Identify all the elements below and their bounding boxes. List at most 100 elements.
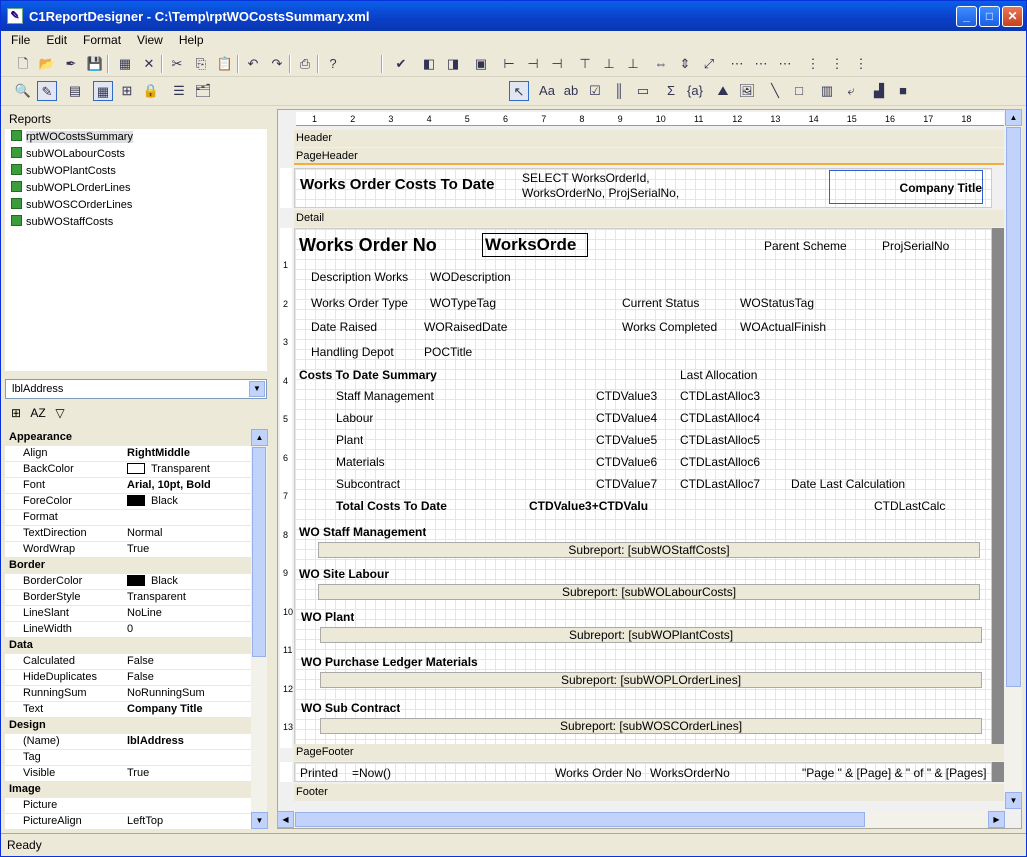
scroll-down-icon[interactable]: ▼	[1005, 792, 1022, 809]
raised-label[interactable]: Date Raised	[310, 319, 378, 335]
textbox-icon[interactable]: ab	[561, 81, 581, 101]
maximize-button[interactable]: □	[979, 6, 1000, 27]
cost-value[interactable]: CTDValue3	[595, 388, 658, 404]
property-row[interactable]: BorderColor Black	[5, 573, 251, 590]
menu-edit[interactable]: Edit	[40, 31, 73, 49]
flex-control-icon[interactable]: ■	[893, 81, 913, 101]
scroll-right-icon[interactable]: ▶	[988, 811, 1005, 828]
report-title[interactable]: Works Order Costs To Date	[299, 175, 496, 194]
property-row[interactable]: BorderStyle Transparent	[5, 589, 251, 606]
property-value[interactable]: lblAddress	[125, 733, 251, 750]
property-row[interactable]: PictureAlign LeftTop	[5, 813, 251, 829]
space-vertical-inc-icon[interactable]: ⋮	[827, 54, 847, 74]
status-value[interactable]: WOStatusTag	[739, 295, 815, 311]
wo-label[interactable]: Works Order No	[298, 234, 438, 257]
align-center-icon[interactable]: ⊣	[523, 54, 543, 74]
summary-heading[interactable]: Costs To Date Summary	[298, 367, 438, 383]
property-value[interactable]	[125, 509, 251, 526]
property-value[interactable]: Black	[125, 493, 251, 510]
printed-label[interactable]: Printed	[299, 765, 339, 781]
open-icon[interactable]: 📂	[37, 54, 57, 74]
sum-icon[interactable]: Σ	[661, 81, 681, 101]
subreport-icon[interactable]: ▥	[817, 81, 837, 101]
property-scrollbar[interactable]: ▲ ▼	[251, 429, 268, 829]
filter-icon[interactable]: ▽	[50, 403, 70, 423]
chart-icon[interactable]: ▟	[869, 81, 889, 101]
space-vertical-dec-icon[interactable]: ⋮	[851, 54, 871, 74]
cost-value[interactable]: CTDValue4	[595, 410, 658, 426]
lock-icon[interactable]: 🔒	[141, 81, 161, 101]
property-row[interactable]: Visible True	[5, 765, 251, 782]
depot-label[interactable]: Handling Depot	[310, 344, 395, 360]
send-back-icon[interactable]: ◨	[443, 54, 463, 74]
scroll-up-icon[interactable]: ▲	[1005, 109, 1022, 126]
splitter[interactable]	[269, 109, 275, 829]
property-category[interactable]: Border	[5, 557, 251, 574]
subreport-title[interactable]: WO Sub Contract	[300, 700, 401, 716]
chevron-down-icon[interactable]: ▼	[249, 381, 265, 397]
last-alloc-heading[interactable]: Last Allocation	[679, 367, 758, 383]
section-page-header[interactable]: PageHeader	[294, 148, 1004, 165]
preview-icon[interactable]: 🔍	[13, 81, 33, 101]
property-row[interactable]: HideDuplicates False	[5, 669, 251, 686]
list-item[interactable]: subWOSCOrderLines	[5, 197, 267, 214]
property-row[interactable]: Calculated False	[5, 653, 251, 670]
cost-value[interactable]: CTDValue7	[595, 476, 658, 492]
property-value[interactable]: False	[125, 669, 251, 686]
list-item[interactable]: subWOLabourCosts	[5, 146, 267, 163]
list-item[interactable]: subWOStaffCosts	[5, 214, 267, 231]
property-value[interactable]: NoLine	[125, 605, 251, 622]
space-vertical-icon[interactable]: ⋮	[803, 54, 823, 74]
section-detail[interactable]: Detail	[294, 210, 1004, 227]
cost-alloc[interactable]: CTDLastAlloc6	[679, 454, 761, 470]
pointer-icon[interactable]: ↖	[509, 81, 529, 101]
design-icon[interactable]: ✎	[37, 81, 57, 101]
section-page-footer[interactable]: PageFooter	[294, 744, 1004, 761]
last-calc-value[interactable]: CTDLastCalc	[873, 498, 946, 514]
property-row[interactable]: Tag	[5, 749, 251, 766]
property-row[interactable]: Font Arial, 10pt, Bold	[5, 477, 251, 494]
group-icon[interactable]: ▣	[471, 54, 491, 74]
undo-icon[interactable]: ↶	[243, 54, 263, 74]
property-value[interactable]: False	[125, 653, 251, 670]
property-value[interactable]	[125, 797, 251, 814]
property-row[interactable]: RunningSum NoRunningSum	[5, 685, 251, 702]
subreport-title[interactable]: WO Staff Management	[298, 524, 427, 540]
raised-value[interactable]: WORaisedDate	[423, 319, 508, 335]
subreport-title[interactable]: WO Site Labour	[298, 566, 390, 582]
property-value[interactable]: Normal	[125, 525, 251, 542]
title-bar[interactable]: ✎ C1ReportDesigner - C:\Temp\rptWOCostsS…	[1, 1, 1026, 31]
properties-icon[interactable]: 🗂	[193, 81, 213, 101]
scroll-down-icon[interactable]: ▼	[251, 812, 268, 829]
property-category[interactable]: Data	[5, 637, 251, 654]
barcode-icon[interactable]: ║	[609, 81, 629, 101]
same-width-icon[interactable]: ⇔	[651, 54, 671, 74]
help-icon[interactable]: ?	[323, 54, 343, 74]
property-value[interactable]: 0	[125, 621, 251, 638]
property-value[interactable]	[125, 749, 251, 766]
print-icon[interactable]: ⎙	[295, 54, 315, 74]
same-height-icon[interactable]: ⇕	[675, 54, 695, 74]
property-row[interactable]: Align RightMiddle	[5, 445, 251, 462]
menu-format[interactable]: Format	[77, 31, 127, 49]
menu-help[interactable]: Help	[173, 31, 210, 49]
cost-label[interactable]: Plant	[335, 432, 364, 448]
property-value[interactable]: LeftTop	[125, 813, 251, 829]
property-value[interactable]: Transparent	[125, 589, 251, 606]
subreport-box[interactable]: Subreport: [subWOLabourCosts]	[318, 584, 980, 600]
page-break-icon[interactable]: ⤶	[841, 81, 861, 101]
property-row[interactable]: TextDirection Normal	[5, 525, 251, 542]
align-top-icon[interactable]: ⊤	[575, 54, 595, 74]
property-category[interactable]: Design	[5, 717, 251, 734]
subreport-box[interactable]: Subreport: [subWOSCOrderLines]	[320, 718, 982, 734]
proj-serial-field[interactable]: ProjSerialNo	[881, 238, 950, 254]
cost-label[interactable]: Subcontract	[335, 476, 401, 492]
checkbox-icon[interactable]: ☑	[585, 81, 605, 101]
desc-value[interactable]: WODescription	[429, 269, 512, 285]
fields-icon[interactable]: ▤	[65, 81, 85, 101]
scroll-thumb[interactable]	[252, 447, 266, 657]
redo-icon[interactable]: ↷	[267, 54, 287, 74]
scroll-thumb[interactable]	[295, 812, 865, 827]
property-row[interactable]: Format	[5, 509, 251, 526]
scroll-left-icon[interactable]: ◀	[277, 811, 294, 828]
